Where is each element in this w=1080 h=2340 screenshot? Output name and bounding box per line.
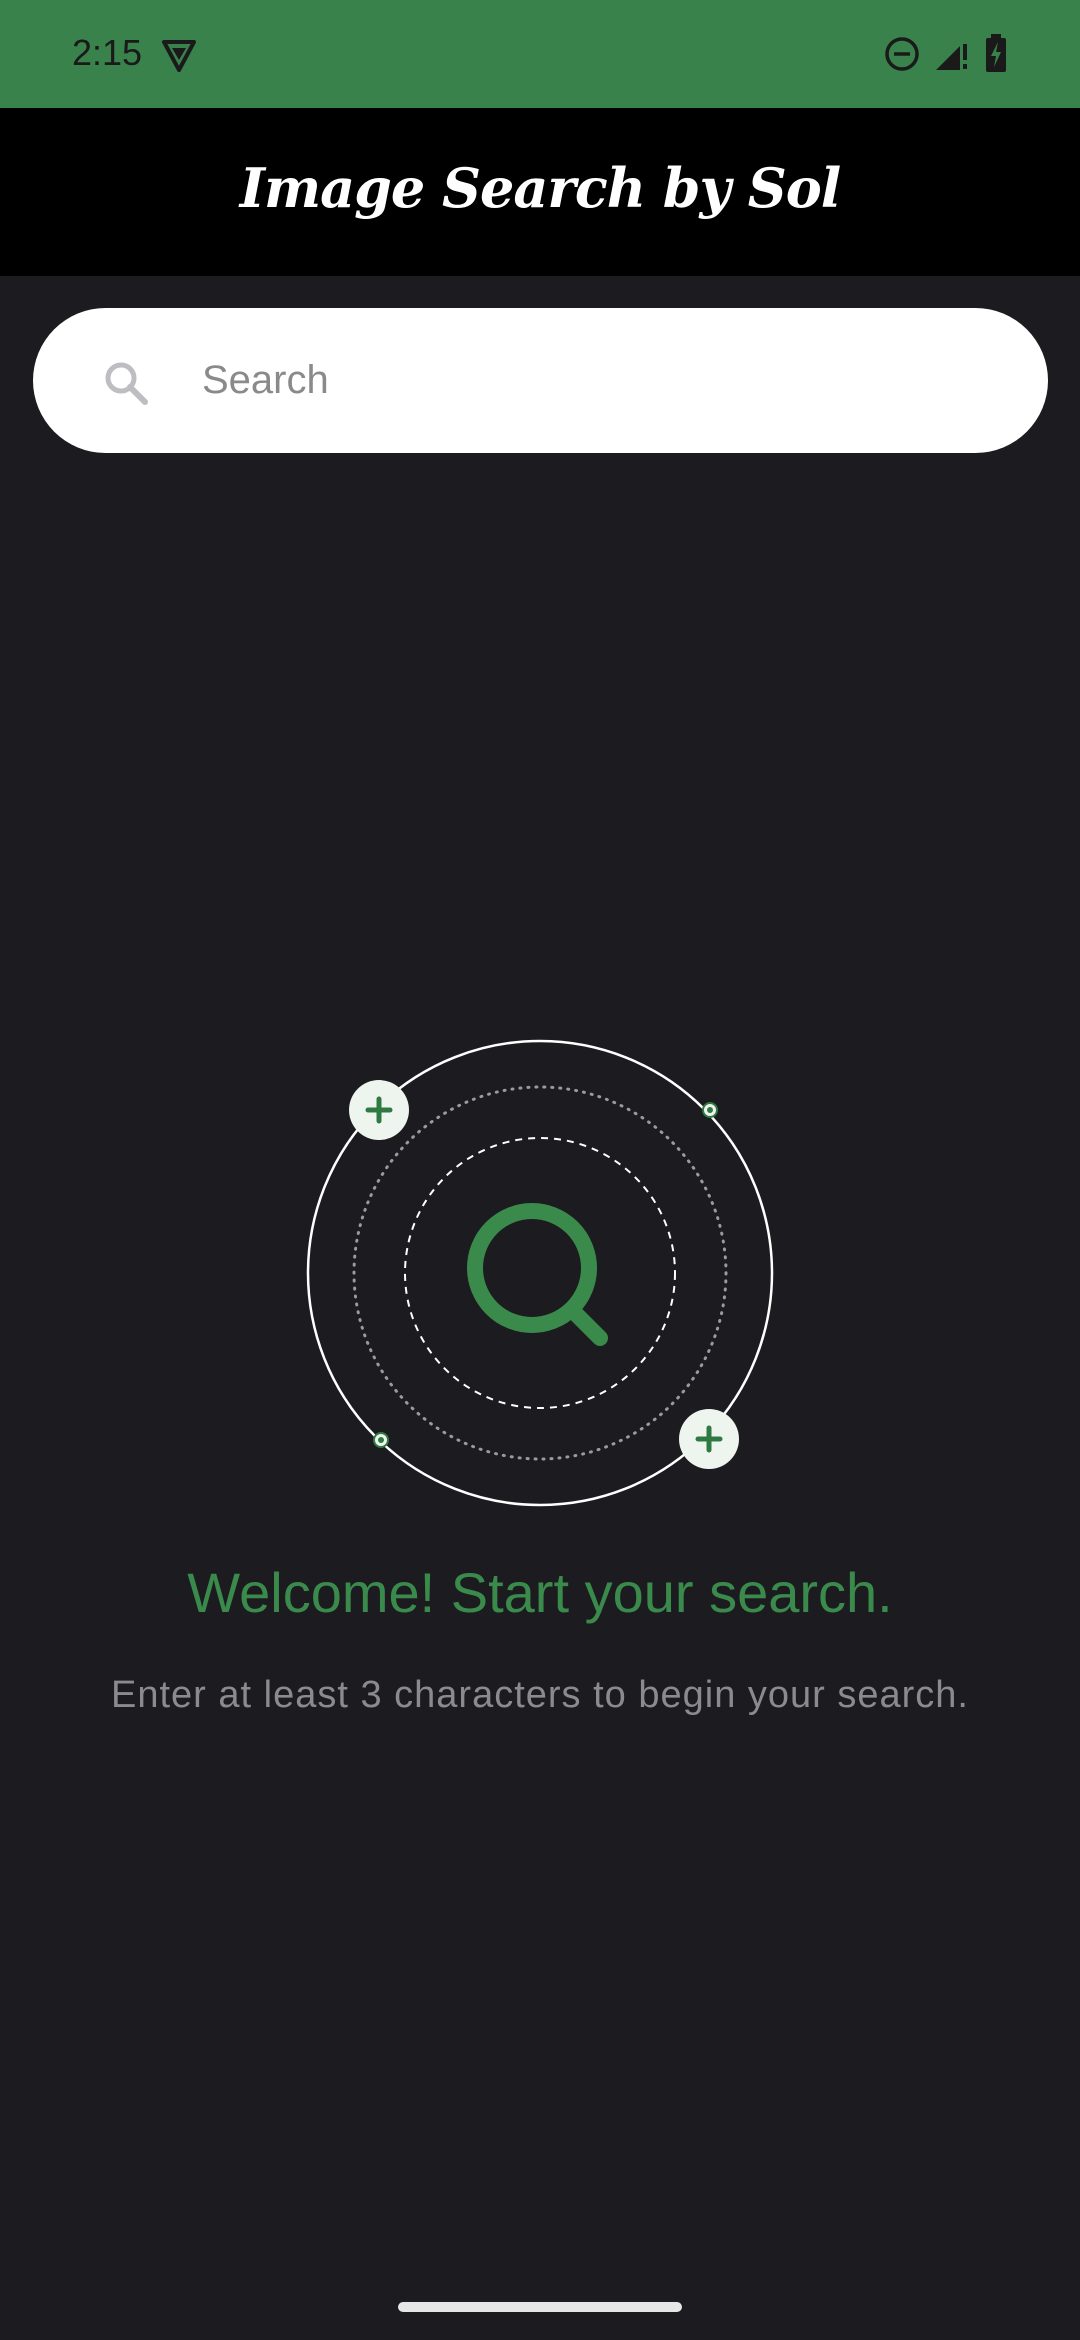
app-title: Image Search by Sol xyxy=(239,156,842,220)
signal-icon xyxy=(936,44,967,70)
status-time: 2:15 xyxy=(72,32,143,73)
vpn-shield-icon xyxy=(162,40,196,72)
home-indicator[interactable] xyxy=(398,2302,682,2312)
search-input[interactable] xyxy=(168,308,1008,453)
welcome-title: Welcome! Start your search. xyxy=(187,1561,893,1624)
search-icon xyxy=(105,362,148,405)
magnifier-orbit-icon xyxy=(306,1039,774,1507)
search-bar[interactable] xyxy=(33,308,1048,453)
app-screen: 2:15 Image Search by Sol Search Welcome!… xyxy=(0,0,1080,2340)
battery-charging-icon xyxy=(986,34,1006,72)
app-bar: Image Search by Sol xyxy=(0,108,1080,276)
status-bar: 2:15 xyxy=(0,0,1080,108)
do-not-disturb-icon xyxy=(885,37,919,71)
welcome-subtitle: Enter at least 3 characters to begin you… xyxy=(111,1674,969,1716)
